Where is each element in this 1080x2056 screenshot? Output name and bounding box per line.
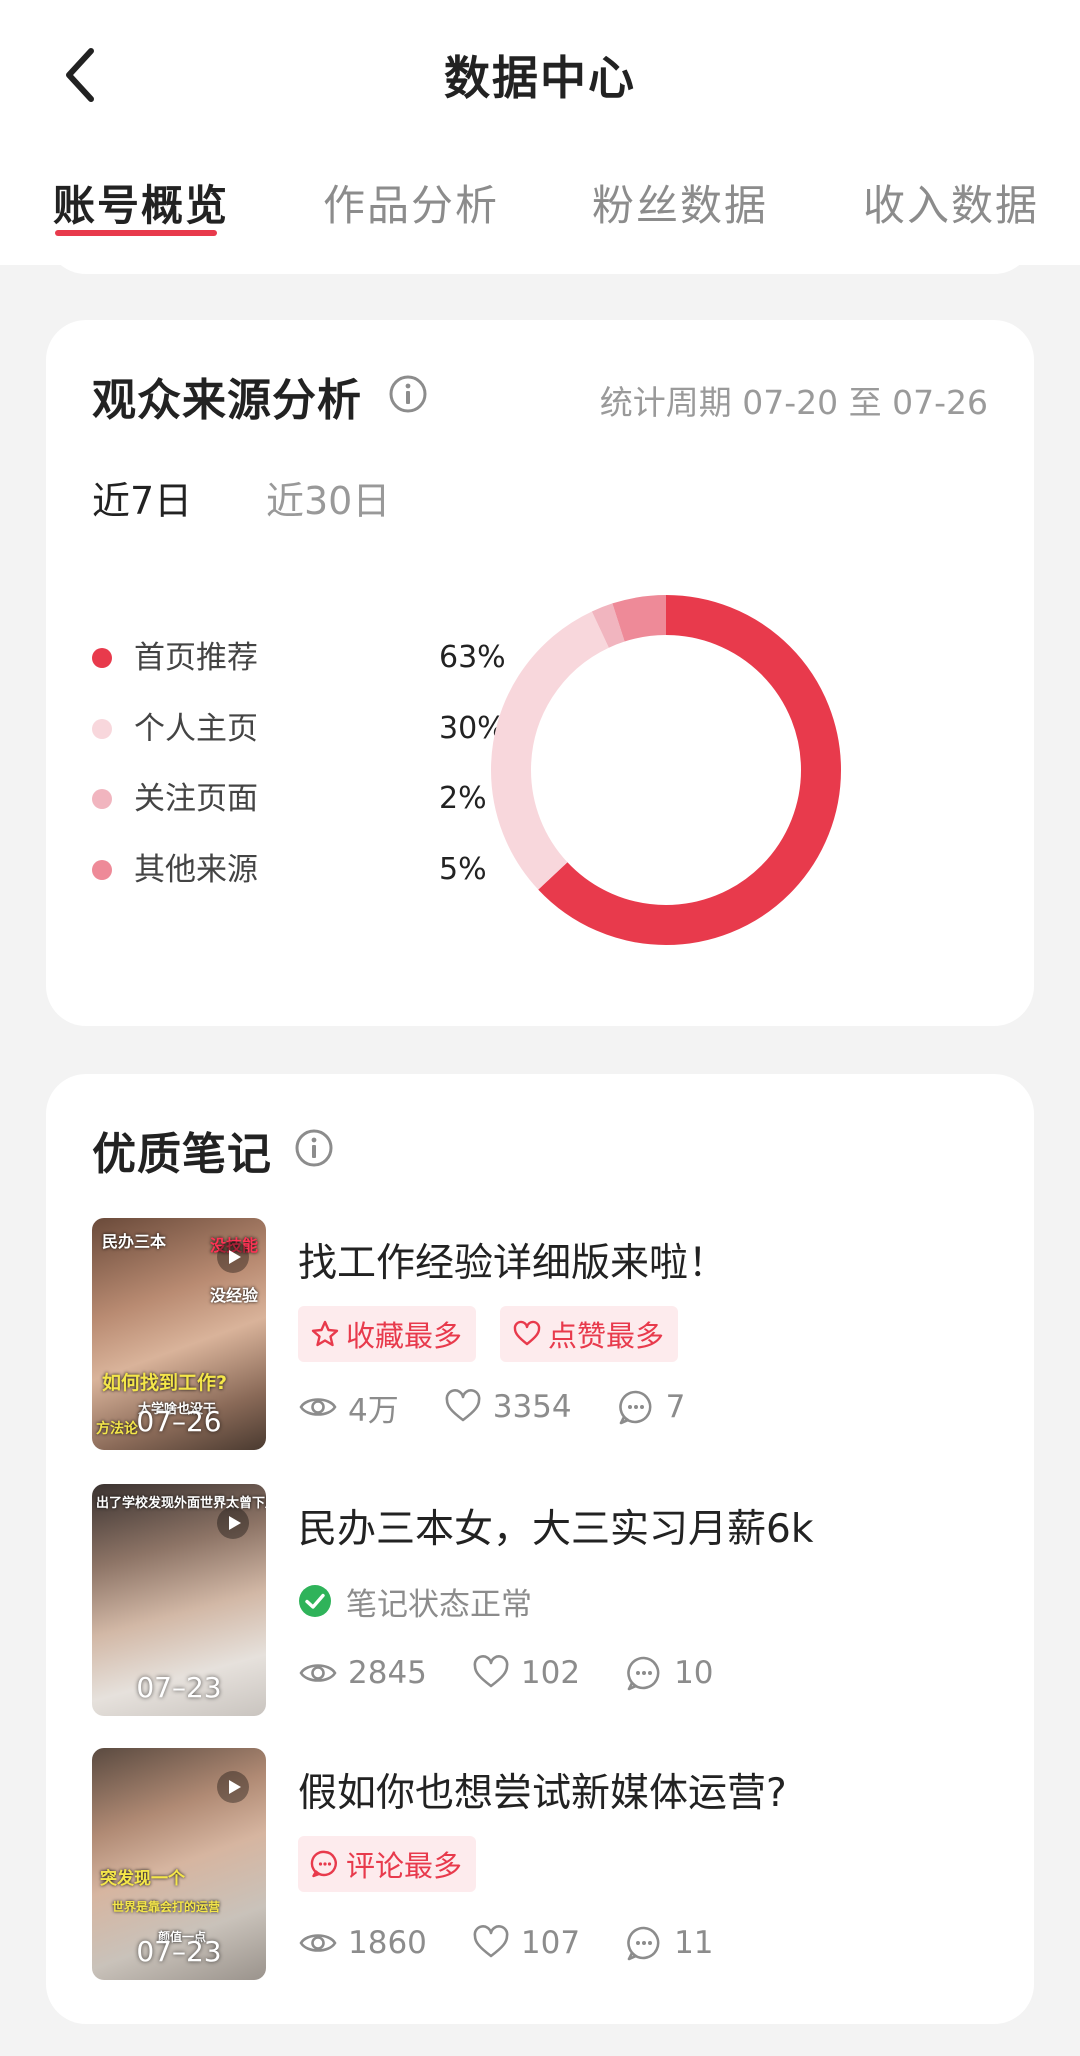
legend-value: 5% [439, 852, 487, 887]
legend-label: 个人主页 [134, 711, 258, 747]
play-icon [217, 1507, 249, 1539]
thumbnail-caption: 突发现一个 [100, 1869, 185, 1889]
comments-count: 11 [674, 1925, 714, 1961]
app-header: 数据中心 账号概览 作品分析 粉丝数据 收入数据 [0, 0, 1080, 265]
eye-icon [299, 1934, 337, 1952]
tab-income-data[interactable]: 收入数据 [863, 172, 1039, 233]
note-stats: 1860 107 11 [298, 1920, 758, 1966]
comment-icon [627, 1926, 660, 1961]
badge-most-comments: 评论最多 [298, 1836, 477, 1892]
comments-count: 10 [674, 1655, 714, 1691]
heart-icon [473, 1925, 509, 1958]
tab-account-overview[interactable]: 账号概览 [53, 172, 229, 233]
note-item[interactable]: 突发现一个 世界是靠会打的运营 颜值一点 07–23 假如你也想尝试新媒体运营?… [92, 1748, 992, 1980]
comment-icon [618, 1390, 652, 1425]
legend-item: 关注页面 2% [92, 774, 492, 824]
badge-label: 收藏最多 [346, 1319, 463, 1353]
status-label: 笔记状态正常 [346, 1586, 532, 1623]
legend-label: 关注页面 [134, 781, 258, 817]
range-tab-30d[interactable]: 近30日 [266, 470, 390, 525]
views-count: 2845 [348, 1655, 427, 1691]
stat-period: 统计周期 07-20 至 07-26 [599, 383, 988, 422]
views-stat: 1860 [298, 1923, 427, 1963]
audience-source-title: 观众来源分析 [92, 375, 362, 426]
tab-works-analysis[interactable]: 作品分析 [323, 172, 499, 233]
legend-value: 2% [439, 781, 487, 816]
info-icon[interactable] [388, 374, 428, 414]
note-title[interactable]: 假如你也想尝试新媒体运营? [298, 1762, 787, 1818]
legend-label: 首页推荐 [134, 640, 258, 676]
comments-stat: 7 [616, 1387, 686, 1427]
note-badges: 收藏最多 点赞最多 [298, 1306, 702, 1362]
legend-item: 个人主页 30% [92, 704, 506, 754]
note-stats: 2845 102 10 [298, 1650, 758, 1696]
legend-item: 其他来源 5% [92, 845, 492, 895]
note-status: 笔记状态正常 [298, 1576, 532, 1626]
views-count: 1860 [348, 1925, 427, 1961]
legend-item: 首页推荐 63% [92, 633, 506, 683]
thumbnail-caption: 如何找到工作? [102, 1372, 228, 1394]
views-count: 4万 [348, 1392, 399, 1429]
heart-icon [445, 1389, 481, 1422]
note-badges: 评论最多 [298, 1836, 500, 1892]
views-stat: 4万 [298, 1385, 399, 1430]
likes-stat: 102 [471, 1653, 580, 1693]
thumbnail-caption: 世界是靠会打的运营 [112, 1900, 221, 1914]
quality-notes-title: 优质笔记 [92, 1129, 272, 1180]
thumbnail-date: 07–23 [136, 1671, 222, 1704]
note-stats: 4万 3354 7 [298, 1384, 729, 1430]
play-icon [217, 1771, 249, 1803]
comment-icon [627, 1656, 660, 1691]
quality-notes-card: 优质笔记 民办三本 没技能 没经验 如何找到工作? 大学啥也没干 方法论 07–… [46, 1074, 1034, 2024]
likes-count: 3354 [492, 1389, 572, 1425]
likes-count: 107 [520, 1925, 581, 1961]
likes-stat: 107 [471, 1923, 580, 1963]
thumbnail-date: 07–23 [136, 1935, 222, 1968]
comment-icon [310, 1850, 337, 1878]
info-icon[interactable] [294, 1128, 334, 1168]
play-icon [217, 1241, 249, 1273]
tab-fans-data[interactable]: 粉丝数据 [592, 172, 768, 233]
thumbnail-caption: 没经验 [210, 1286, 259, 1305]
legend-dot [92, 789, 112, 809]
thumbnail-caption: 民办三本 [102, 1232, 167, 1251]
note-thumbnail[interactable]: 出了学校发现外面世界太曾下周 07–23 [92, 1484, 266, 1716]
thumbnail-date: 07–26 [136, 1405, 222, 1438]
page-title: 数据中心 [444, 51, 636, 105]
note-thumbnail[interactable]: 突发现一个 世界是靠会打的运营 颜值一点 07–23 [92, 1748, 266, 1980]
views-stat: 2845 [298, 1653, 427, 1693]
comments-stat: 11 [624, 1923, 714, 1963]
legend-dot [92, 860, 112, 880]
star-icon [311, 1320, 339, 1347]
likes-stat: 3354 [443, 1387, 572, 1427]
audience-source-card: 观众来源分析 统计周期 07-20 至 07-26 近7日 近30日 首页推荐 … [46, 320, 1034, 1026]
eye-icon [299, 1398, 337, 1416]
check-circle-icon [299, 1585, 331, 1617]
note-item[interactable]: 民办三本 没技能 没经验 如何找到工作? 大学啥也没干 方法论 07–26 找工… [92, 1218, 992, 1450]
badge-most-saved: 收藏最多 [298, 1306, 477, 1362]
range-tab-7d[interactable]: 近7日 [92, 470, 192, 525]
comments-stat: 10 [624, 1653, 714, 1693]
badge-most-liked: 点赞最多 [500, 1306, 679, 1362]
heart-icon [513, 1320, 541, 1346]
legend-dot [92, 648, 112, 668]
badge-label: 点赞最多 [548, 1319, 665, 1353]
badge-label: 评论最多 [346, 1849, 463, 1883]
comments-count: 7 [665, 1389, 686, 1425]
legend-dot [92, 719, 112, 739]
heart-icon [473, 1655, 509, 1688]
likes-count: 102 [520, 1655, 581, 1691]
active-tab-indicator [55, 230, 217, 236]
legend-label: 其他来源 [134, 852, 258, 888]
audience-donut-chart [491, 595, 841, 945]
note-item[interactable]: 出了学校发现外面世界太曾下周 07–23 民办三本女，大三实习月薪6k 笔记状态… [92, 1484, 992, 1716]
eye-icon [299, 1664, 337, 1682]
note-title[interactable]: 民办三本女，大三实习月薪6k [298, 1498, 813, 1554]
note-title[interactable]: 找工作经验详细版来啦！ [298, 1232, 727, 1288]
note-thumbnail[interactable]: 民办三本 没技能 没经验 如何找到工作? 大学啥也没干 方法论 07–26 [92, 1218, 266, 1450]
